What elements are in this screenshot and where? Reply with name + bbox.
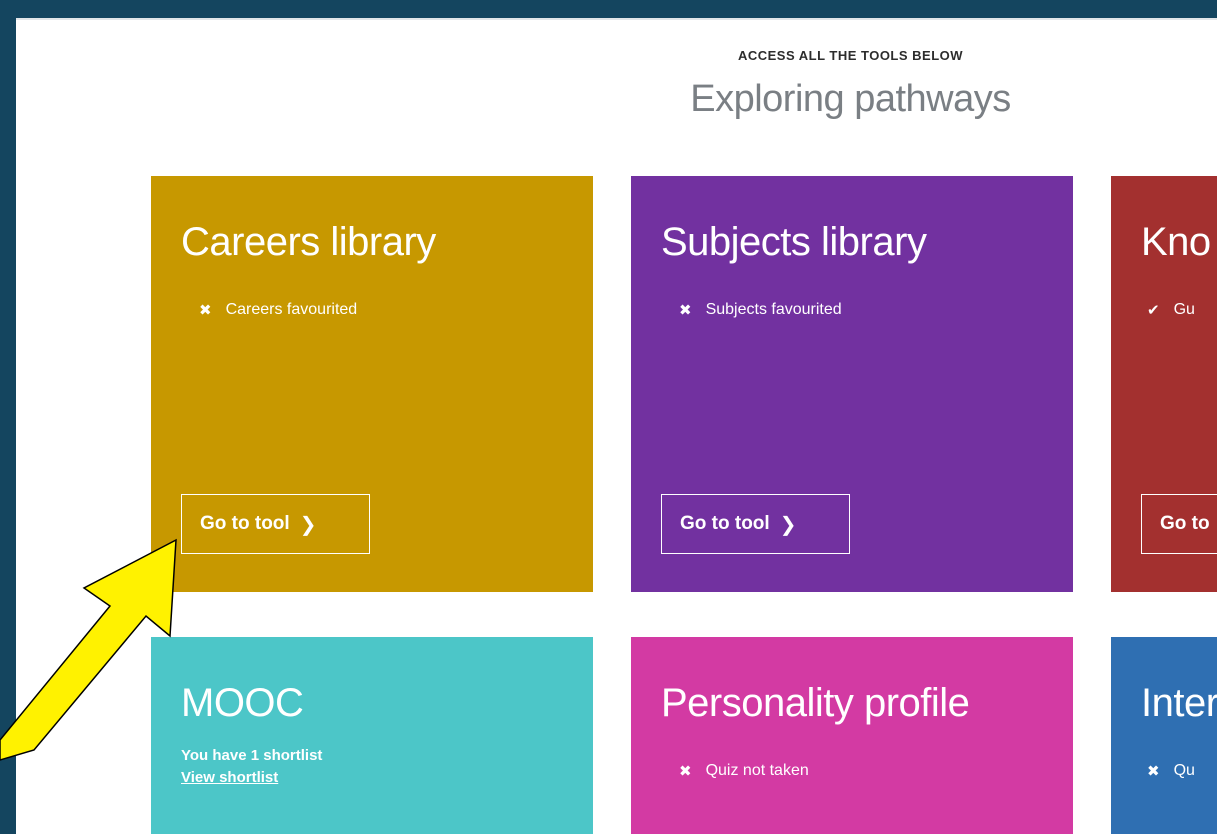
- cross-icon: ✖: [679, 763, 692, 780]
- tile-status-label: Subjects favourited: [705, 301, 842, 318]
- tile-title: Personality profile: [661, 681, 970, 725]
- tile-status: ✖ Qu: [1147, 762, 1195, 780]
- tile-title: Inter: [1141, 681, 1217, 725]
- tile-status-label: Quiz not taken: [705, 762, 809, 779]
- tile-status: ✔ Gu: [1147, 301, 1195, 319]
- tile-status-label: Gu: [1173, 301, 1195, 318]
- go-to-tool-label: Go to tool: [200, 513, 290, 534]
- chevron-right-icon: ❯: [299, 513, 317, 536]
- check-icon: ✔: [1147, 302, 1160, 319]
- cross-icon: ✖: [199, 302, 212, 319]
- header-divider: [16, 18, 1217, 20]
- shortlist-count: You have 1 shortlist: [181, 747, 323, 764]
- chevron-right-icon: ❯: [779, 513, 797, 536]
- go-to-tool-button[interactable]: Go to tool ❯: [181, 494, 370, 554]
- shortlist-info: You have 1 shortlist View shortlist: [181, 745, 322, 789]
- tile-title: Kno: [1141, 220, 1211, 264]
- tile-status: ✖ Subjects favourited: [679, 301, 842, 319]
- cross-icon: ✖: [679, 302, 692, 319]
- arrow-pointer-icon: [0, 538, 177, 761]
- go-to-tool-button[interactable]: Go to tool ❯: [661, 494, 850, 554]
- tile-subjects-library: Subjects library ✖ Subjects favourited G…: [631, 176, 1073, 592]
- section-title: Exploring pathways: [690, 78, 1011, 120]
- go-to-tool-label: Go to: [1160, 513, 1210, 534]
- view-shortlist-link[interactable]: View shortlist: [181, 767, 322, 789]
- tile-personality-profile: Personality profile ✖ Quiz not taken: [631, 637, 1073, 834]
- tile-status: ✖ Quiz not taken: [679, 762, 809, 780]
- tile-status-label: Qu: [1173, 762, 1195, 779]
- tile-knowledge: Kno ✔ Gu Go to: [1111, 176, 1217, 592]
- tile-interests: Inter ✖ Qu: [1111, 637, 1217, 834]
- section-eyebrow: ACCESS ALL THE TOOLS BELOW: [737, 48, 964, 63]
- tile-mooc: MOOC You have 1 shortlist View shortlist: [151, 637, 593, 834]
- tile-title: Careers library: [181, 220, 436, 264]
- go-to-tool-button[interactable]: Go to: [1141, 494, 1217, 554]
- go-to-tool-label: Go to tool: [680, 513, 770, 534]
- tile-careers-library: Careers library ✖ Careers favourited Go …: [151, 176, 593, 592]
- cross-icon: ✖: [1147, 763, 1160, 780]
- tile-status-label: Careers favourited: [225, 301, 358, 318]
- tile-title: Subjects library: [661, 220, 927, 264]
- tile-status: ✖ Careers favourited: [199, 301, 357, 319]
